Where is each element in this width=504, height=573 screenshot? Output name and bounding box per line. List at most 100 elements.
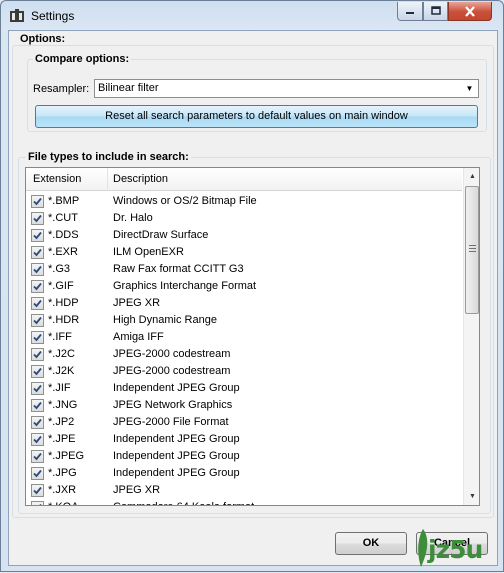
extension-cell: *.HDR — [48, 314, 80, 326]
extension-cell: *.JPEG — [48, 450, 85, 462]
description-cell: Graphics Interchange Format — [113, 280, 257, 292]
list-item[interactable]: *.JXR JPEG XR — [26, 482, 462, 499]
extension-cell: *.GIF — [48, 280, 74, 292]
description-cell: Independent JPEG Group — [113, 382, 240, 394]
column-header-extension[interactable]: Extension — [26, 168, 108, 191]
file-types-list[interactable]: Extension Description *.BMP Windows or OS… — [25, 167, 480, 506]
resampler-value: Bilinear filter — [98, 82, 159, 94]
checkbox[interactable] — [31, 314, 44, 327]
checkmark-icon — [33, 469, 42, 478]
checkmark-icon — [39, 503, 42, 505]
resampler-select[interactable]: Bilinear filter ▼ — [94, 79, 479, 98]
description-cell: JPEG XR — [113, 297, 161, 309]
description-cell: Amiga IFF — [113, 331, 164, 343]
description-cell: Independent JPEG Group — [113, 433, 240, 445]
description-cell: JPEG-2000 codestream — [113, 365, 231, 377]
list-item[interactable]: *.DDS DirectDraw Surface — [26, 227, 462, 244]
checkbox[interactable] — [31, 297, 44, 310]
checkbox[interactable] — [31, 484, 44, 497]
list-item[interactable]: *.BMP Windows or OS/2 Bitmap File — [26, 193, 462, 210]
checkmark-icon — [33, 248, 42, 257]
dialog-client-area: Options: Compare options: Resampler: Bil… — [8, 30, 498, 566]
list-header: Extension Description — [26, 168, 462, 191]
column-header-description[interactable]: Description — [108, 168, 462, 191]
checkbox[interactable] — [31, 382, 44, 395]
list-item[interactable]: *.IFF Amiga IFF — [26, 329, 462, 346]
list-item[interactable]: *.JNG JPEG Network Graphics — [26, 397, 462, 414]
list-item[interactable]: *.JIF Independent JPEG Group — [26, 380, 462, 397]
extension-cell: *.JXR — [48, 484, 77, 496]
checkbox[interactable] — [31, 416, 44, 429]
extension-cell: *.JP2 — [48, 416, 75, 428]
checkmark-icon — [33, 418, 42, 427]
scroll-thumb[interactable] — [465, 186, 479, 314]
list-item[interactable]: *.CUT Dr. Halo — [26, 210, 462, 227]
scroll-up-arrow-icon[interactable]: ▲ — [464, 168, 479, 185]
checkbox[interactable] — [31, 246, 44, 259]
checkbox[interactable] — [31, 263, 44, 276]
close-icon — [465, 5, 475, 17]
checkmark-icon — [33, 231, 42, 240]
description-cell: ILM OpenEXR — [113, 246, 184, 258]
title-bar[interactable]: Settings — [1, 1, 503, 30]
watermark-logo: jz5u — [413, 527, 504, 573]
extension-cell: *.JPE — [48, 433, 76, 445]
list-item[interactable]: *.KOA Commodore 64 Koala format — [26, 499, 462, 505]
extension-cell: *.JPG — [48, 467, 77, 479]
list-item[interactable]: *.GIF Graphics Interchange Format — [26, 278, 462, 295]
checkbox[interactable] — [31, 331, 44, 344]
list-item[interactable]: *.EXR ILM OpenEXR — [26, 244, 462, 261]
checkbox[interactable] — [31, 348, 44, 361]
maximize-button[interactable] — [423, 2, 448, 21]
options-label: Options: — [20, 33, 66, 45]
vertical-scrollbar[interactable]: ▲ ▼ — [463, 168, 479, 505]
list-item[interactable]: *.J2K JPEG-2000 codestream — [26, 363, 462, 380]
compare-options-label: Compare options: — [33, 53, 132, 65]
checkmark-icon — [33, 452, 42, 461]
list-item[interactable]: *.JPG Independent JPEG Group — [26, 465, 462, 482]
scroll-down-arrow-icon[interactable]: ▼ — [464, 488, 479, 505]
checkbox[interactable] — [31, 433, 44, 446]
ok-button[interactable]: OK — [335, 532, 407, 555]
close-button[interactable] — [448, 2, 492, 21]
list-rows: *.BMP Windows or OS/2 Bitmap File *.CUT Dr.… — [26, 193, 462, 505]
extension-cell: *.G3 — [48, 263, 71, 275]
list-item[interactable]: *.JPE Independent JPEG Group — [26, 431, 462, 448]
chevron-down-icon[interactable]: ▼ — [463, 82, 476, 95]
checkbox[interactable] — [31, 365, 44, 378]
checkmark-icon — [33, 435, 42, 444]
checkmark-icon — [33, 282, 42, 291]
checkmark-icon — [33, 384, 42, 393]
checkmark-icon — [33, 367, 42, 376]
list-item[interactable]: *.HDR High Dynamic Range — [26, 312, 462, 329]
checkbox[interactable] — [31, 450, 44, 463]
description-cell: DirectDraw Surface — [113, 229, 209, 241]
list-item[interactable]: *.JP2 JPEG-2000 File Format — [26, 414, 462, 431]
reset-parameters-button[interactable]: Reset all search parameters to default v… — [35, 105, 478, 128]
list-item[interactable]: *.JPEG Independent JPEG Group — [26, 448, 462, 465]
checkbox[interactable] — [31, 501, 44, 505]
checkbox[interactable] — [31, 212, 44, 225]
description-cell: JPEG XR — [113, 484, 161, 496]
list-item[interactable]: *.G3 Raw Fax format CCITT G3 — [26, 261, 462, 278]
checkbox[interactable] — [31, 467, 44, 480]
checkmark-icon — [33, 265, 42, 274]
list-item[interactable]: *.J2C JPEG-2000 codestream — [26, 346, 462, 363]
description-cell: Windows or OS/2 Bitmap File — [113, 195, 257, 207]
checkbox[interactable] — [31, 229, 44, 242]
description-cell: Independent JPEG Group — [113, 450, 240, 462]
checkmark-icon — [33, 214, 42, 223]
grip-icon — [469, 245, 476, 253]
window-title: Settings — [31, 9, 75, 23]
extension-cell: *.HDP — [48, 297, 79, 309]
minimize-button[interactable] — [397, 2, 423, 21]
checkbox[interactable] — [31, 399, 44, 412]
extension-cell: *.J2C — [48, 348, 75, 360]
list-item[interactable]: *.HDP JPEG XR — [26, 295, 462, 312]
checkbox[interactable] — [31, 280, 44, 293]
extension-cell: *.IFF — [48, 331, 72, 343]
description-cell: High Dynamic Range — [113, 314, 217, 326]
app-icon — [10, 9, 24, 22]
extension-cell: *.JNG — [48, 399, 78, 411]
checkbox[interactable] — [31, 195, 44, 208]
